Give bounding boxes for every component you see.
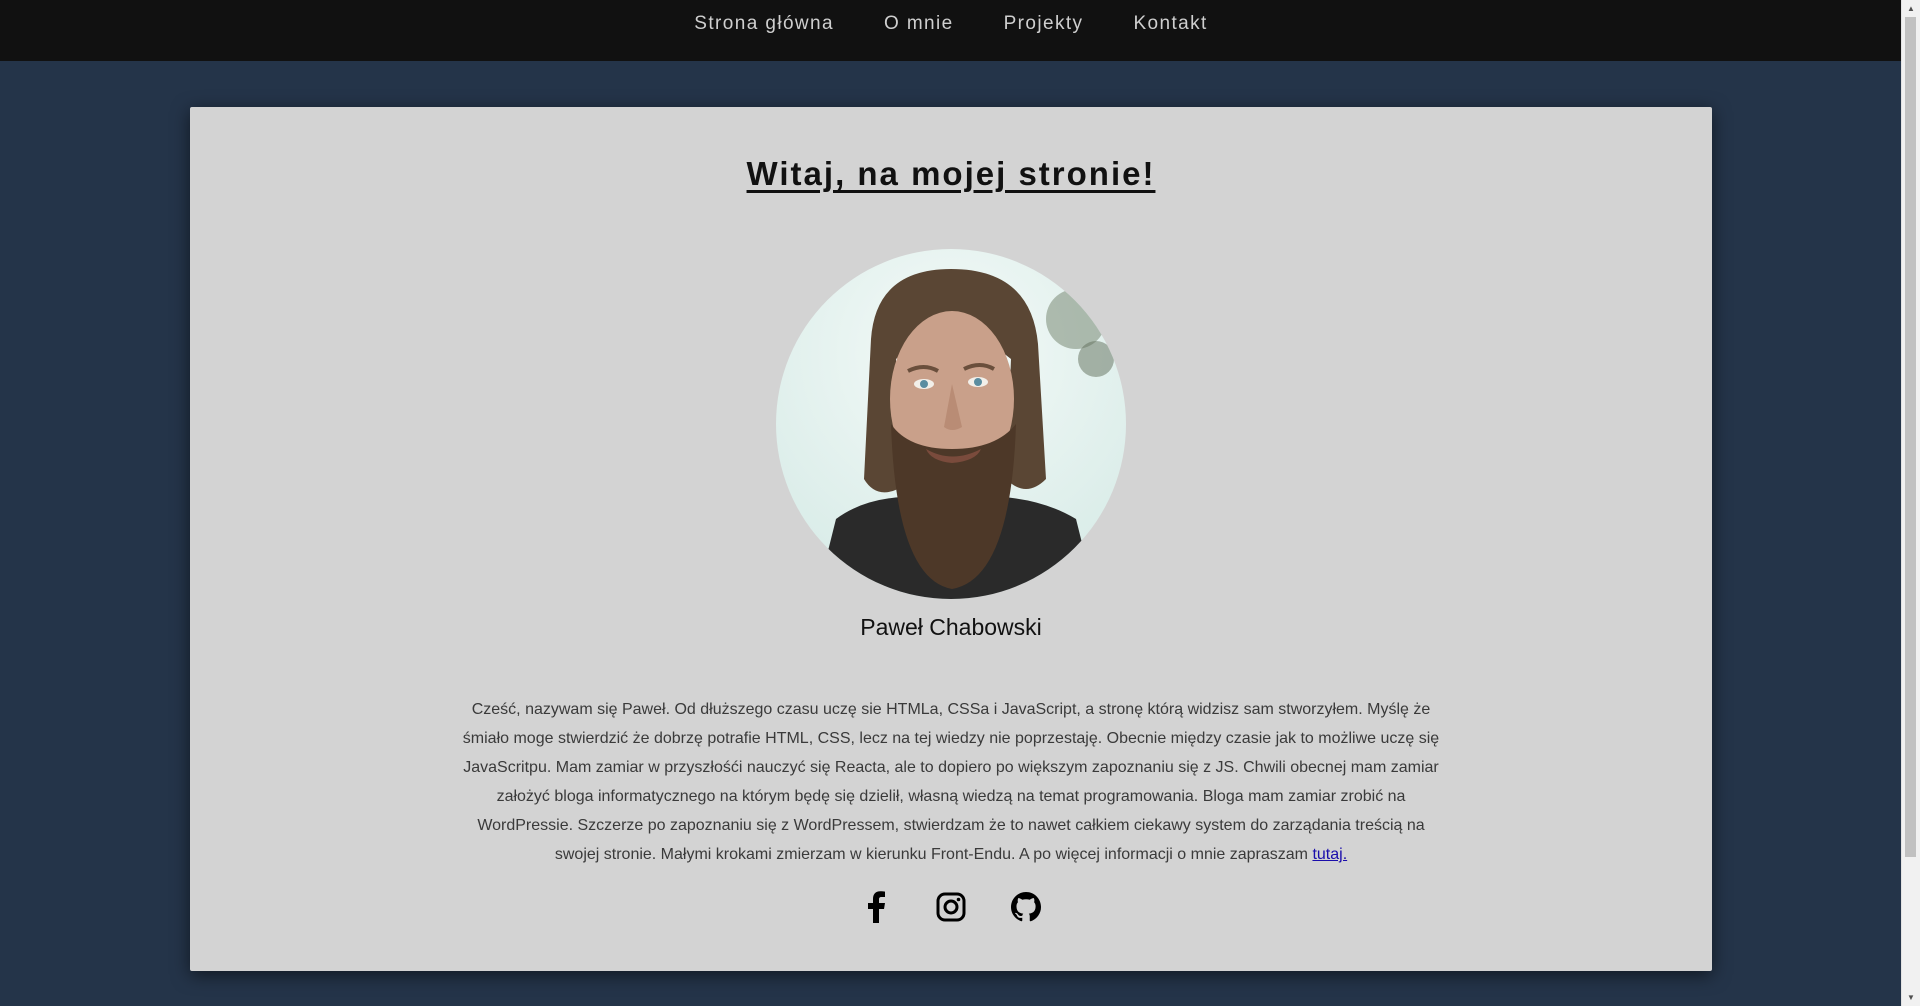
scroll-up-arrow-icon[interactable]: ▲ [1902, 0, 1920, 17]
nav-item-home[interactable]: Strona główna [669, 13, 859, 35]
nav-item-projects[interactable]: Projekty [979, 13, 1109, 35]
nav-item-about[interactable]: O mnie [859, 13, 979, 35]
avatar-photo [776, 249, 1126, 599]
vertical-scrollbar[interactable]: ▲ ▼ [1901, 0, 1920, 1006]
avatar [776, 249, 1126, 599]
bio-more-link[interactable]: tutaj. [1312, 846, 1347, 863]
top-navigation: Strona główna O mnie Projekty Kontakt [0, 0, 1902, 61]
nav-item-contact[interactable]: Kontakt [1108, 13, 1232, 35]
scroll-down-arrow-icon[interactable]: ▼ [1902, 989, 1920, 1006]
instagram-icon[interactable] [936, 890, 967, 924]
facebook-icon[interactable] [861, 890, 892, 924]
github-icon[interactable] [1011, 890, 1042, 924]
main-card: Witaj, na mojej stronie! Paweł Chabowski… [190, 107, 1712, 971]
page-title: Witaj, na mojej stronie! [746, 155, 1156, 192]
bio-text: Cześć, nazywam się Paweł. Od dłuższego c… [462, 701, 1440, 863]
social-links [190, 890, 1712, 924]
scrollbar-thumb[interactable] [1905, 17, 1916, 857]
person-name: Paweł Chabowski [860, 614, 1042, 640]
bio-paragraph: Cześć, nazywam się Paweł. Od dłuższego c… [454, 695, 1448, 869]
